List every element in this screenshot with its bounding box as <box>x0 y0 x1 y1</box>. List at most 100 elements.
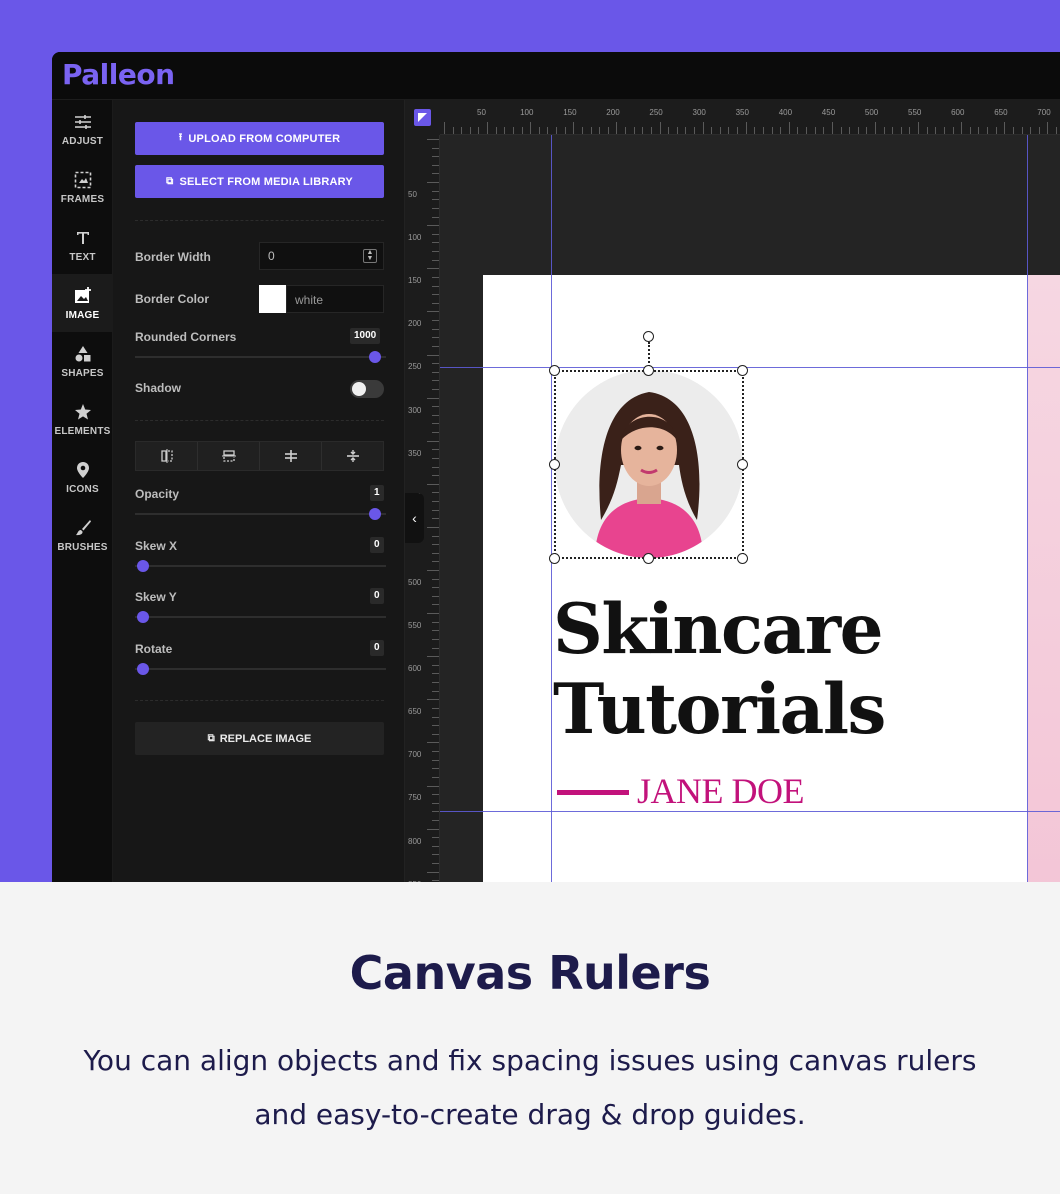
opacity-label: Opacity <box>135 487 180 501</box>
ruler-tick <box>616 122 618 134</box>
resize-handle-t[interactable] <box>643 365 654 376</box>
headline-text[interactable]: Skincare Tutorials <box>553 590 886 750</box>
ruler-tick <box>432 707 439 709</box>
flip-horizontal-button[interactable] <box>136 442 198 470</box>
ruler-tick-label: 450 <box>821 108 836 117</box>
ruler-tick <box>432 432 439 434</box>
skew-x-slider-track[interactable] <box>135 565 386 567</box>
rounded-corners-slider-track[interactable] <box>135 356 386 358</box>
headline-line-2: Tutorials <box>553 669 886 750</box>
vertical-guide[interactable] <box>1027 135 1028 882</box>
ruler-tick <box>427 139 439 140</box>
upload-label: UPLOAD FROM COMPUTER <box>188 132 341 145</box>
ruler-tick <box>432 716 439 718</box>
ruler-tick-label: 850 <box>408 880 421 882</box>
flip-vertical-button[interactable] <box>198 442 260 470</box>
rotate-slider-track[interactable] <box>135 668 386 670</box>
spinner-icon[interactable]: ▲ ▼ <box>363 249 377 263</box>
ruler-tick <box>427 785 439 787</box>
center-vertical-button[interactable] <box>322 442 383 470</box>
ruler-tick <box>432 251 439 253</box>
select-media-library-button[interactable]: ⧉ SELECT FROM MEDIA LIBRARY <box>135 165 384 198</box>
resize-handle-l[interactable] <box>549 459 560 470</box>
divider <box>135 220 384 221</box>
editor-window: Palleon ADJUST FRAMES TEXT IMAGE SHAPES … <box>52 52 1060 882</box>
ruler-tick <box>432 199 439 201</box>
center-horizontal-icon <box>284 450 297 462</box>
ruler-tick <box>432 725 439 727</box>
ruler-tick <box>900 127 902 134</box>
ruler-tick <box>427 613 439 615</box>
ruler-tick <box>432 647 439 649</box>
replace-image-button[interactable]: ⧉ REPLACE IMAGE <box>135 722 384 755</box>
ruler-tick <box>762 127 764 134</box>
ruler-toggle-icon[interactable] <box>414 109 431 126</box>
skew-y-slider-thumb[interactable] <box>137 611 149 623</box>
border-width-value: 0 <box>268 249 275 263</box>
rounded-corners-slider-thumb[interactable] <box>369 351 381 363</box>
ruler-tick <box>1038 127 1040 134</box>
ruler-tick-label: 100 <box>408 233 422 243</box>
selection-box[interactable] <box>554 370 744 559</box>
ruler-tick <box>432 302 439 304</box>
tool-shapes[interactable]: SHAPES <box>52 332 113 390</box>
resize-handle-b[interactable] <box>643 553 654 564</box>
resize-handle-r[interactable] <box>737 459 748 470</box>
center-horizontal-button[interactable] <box>260 442 322 470</box>
opacity-slider-thumb[interactable] <box>369 508 381 520</box>
tool-icons[interactable]: ICONS <box>52 448 113 506</box>
ruler-tick <box>432 173 439 175</box>
ruler-tick <box>892 127 894 134</box>
ruler-tick <box>788 122 790 134</box>
ruler-tick <box>918 122 920 134</box>
border-color-label: Border Color <box>135 292 210 306</box>
rotate-label: Rotate <box>135 642 173 656</box>
ruler-tick <box>1004 122 1006 134</box>
resize-handle-tl[interactable] <box>549 365 560 376</box>
resize-handle-br[interactable] <box>737 553 748 564</box>
horizontal-guide[interactable] <box>440 811 1060 812</box>
upload-from-computer-button[interactable]: ⭱ UPLOAD FROM COMPUTER <box>135 122 384 155</box>
collapse-panel-button[interactable]: ‹ <box>405 493 424 543</box>
ruler-tick <box>987 127 989 134</box>
opacity-slider-track[interactable] <box>135 513 386 515</box>
ruler-tick <box>444 122 445 134</box>
byline-text[interactable]: JANE DOE <box>637 770 804 812</box>
image-settings-panel: ⭱ UPLOAD FROM COMPUTER ⧉ SELECT FROM MED… <box>113 100 405 882</box>
border-color-input[interactable]: white <box>286 285 384 313</box>
skew-y-value: 0 <box>370 588 384 604</box>
tool-frames[interactable]: FRAMES <box>52 158 113 216</box>
border-width-input[interactable]: 0 ▲ ▼ <box>259 242 384 270</box>
rotate-handle[interactable] <box>643 331 654 342</box>
ruler-tick <box>538 127 540 134</box>
ruler-tick <box>573 122 575 134</box>
ruler-tick <box>427 570 439 571</box>
ruler-tick <box>943 127 945 134</box>
horizontal-guide[interactable] <box>440 367 1060 368</box>
star-icon <box>73 402 93 422</box>
tool-text[interactable]: TEXT <box>52 216 113 274</box>
resize-handle-tr[interactable] <box>737 365 748 376</box>
ruler-tick <box>521 127 523 134</box>
skew-x-label: Skew X <box>135 539 178 553</box>
vertical-guide[interactable] <box>551 135 552 882</box>
resize-handle-bl[interactable] <box>549 553 560 564</box>
ruler-tick-label: 550 <box>908 108 922 117</box>
ruler-tick <box>432 406 439 408</box>
ruler-tick <box>432 285 439 287</box>
border-color-swatch[interactable] <box>259 285 286 313</box>
tool-adjust[interactable]: ADJUST <box>52 100 113 158</box>
tool-elements[interactable]: ELEMENTS <box>52 390 113 448</box>
skew-y-slider-track[interactable] <box>135 616 386 618</box>
ruler-tick <box>432 604 439 606</box>
rotate-slider-thumb[interactable] <box>137 663 149 675</box>
skew-x-value: 0 <box>370 537 384 553</box>
align-button-group <box>135 441 384 471</box>
ruler-tick <box>432 819 439 821</box>
tool-brushes[interactable]: BRUSHES <box>52 506 113 564</box>
tool-image[interactable]: IMAGE <box>52 274 113 332</box>
shadow-toggle[interactable] <box>350 380 384 398</box>
byline-bar[interactable] <box>557 790 629 795</box>
horizontal-ruler[interactable]: 50 100 150 200 250 300 350 400 450 500 550 600 650 70… <box>440 100 1060 135</box>
skew-x-slider-thumb[interactable] <box>137 560 149 572</box>
